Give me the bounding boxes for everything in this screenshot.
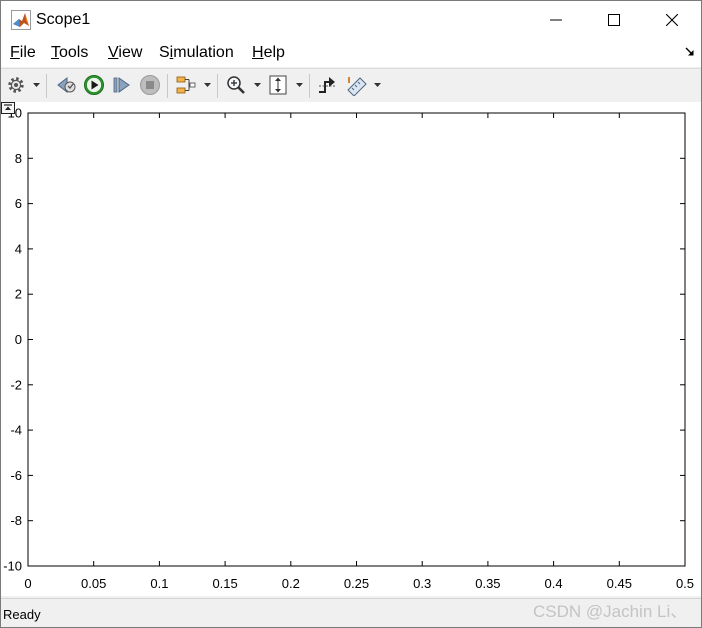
run-button[interactable] — [83, 74, 105, 96]
scope-axes[interactable]: 1086420-2-4-6-8-1000.050.10.150.20.250.3… — [1, 102, 701, 596]
toolbar — [1, 68, 701, 103]
x-tick-label: 0.5 — [676, 576, 694, 591]
measurements-icon — [347, 77, 367, 96]
y-tick-label: -10 — [3, 559, 22, 574]
y-tick-label: 0 — [15, 332, 22, 347]
signal-selector-icon — [176, 76, 196, 94]
zoom-dropdown-icon[interactable] — [254, 83, 261, 88]
scale-axes-button[interactable] — [267, 74, 289, 96]
x-tick-label: 0.35 — [475, 576, 500, 591]
window-title: Scope1 — [36, 11, 91, 28]
x-tick-label: 0.4 — [545, 576, 563, 591]
step-back-button[interactable] — [55, 74, 77, 96]
toolbar-separator — [217, 74, 218, 98]
x-tick-label: 0.2 — [282, 576, 300, 591]
x-tick-label: 0.45 — [607, 576, 632, 591]
menu-view[interactable]: View — [108, 43, 142, 63]
y-tick-label: -8 — [10, 513, 22, 528]
maximize-icon — [608, 14, 620, 26]
x-tick-label: 0.05 — [81, 576, 106, 591]
status-bar: Ready CSDN @Jachin Li、 — [1, 598, 701, 627]
settings-dropdown-icon[interactable] — [33, 83, 40, 88]
scale-axes-icon — [269, 75, 287, 95]
close-icon — [666, 14, 678, 26]
y-tick-label: 6 — [15, 196, 22, 211]
y-tick-label: -2 — [10, 377, 22, 392]
scope-display[interactable]: 1086420-2-4-6-8-1000.050.10.150.20.250.3… — [1, 102, 701, 596]
triggers-icon — [319, 77, 335, 93]
y-tick-label: 4 — [15, 241, 22, 256]
x-tick-label: 0.1 — [150, 576, 168, 591]
y-tick-label: -4 — [10, 423, 22, 438]
menu-simulation[interactable]: Simulation — [159, 43, 234, 63]
menu-simulation-label: Simulation — [159, 44, 234, 61]
minimize-icon — [550, 19, 562, 21]
y-tick-label: -6 — [10, 468, 22, 483]
minimize-button[interactable] — [527, 1, 585, 39]
title-bar[interactable]: Scope1 — [1, 1, 701, 39]
toolbar-separator — [309, 74, 310, 98]
menu-help-label: Help — [252, 44, 285, 61]
stop-icon — [140, 75, 160, 95]
close-button[interactable] — [643, 1, 701, 39]
maximize-button[interactable] — [585, 1, 643, 39]
watermark-text: CSDN @Jachin Li、 — [533, 602, 688, 621]
triggers-button[interactable] — [316, 74, 338, 96]
matlab-logo-icon — [11, 10, 31, 30]
dock-arrow-icon[interactable] — [685, 47, 695, 57]
step-forward-icon — [113, 77, 130, 93]
x-tick-label: 0 — [24, 576, 31, 591]
menu-bar: File Tools View Simulation Help — [1, 39, 701, 67]
y-tick-label: 8 — [15, 151, 22, 166]
signal-selector-dropdown-icon[interactable] — [204, 83, 211, 88]
menu-help[interactable]: Help — [252, 43, 285, 63]
run-icon — [84, 75, 104, 95]
zoom-in-button[interactable] — [225, 74, 247, 96]
measurements-dropdown-icon[interactable] — [374, 83, 381, 88]
status-text: Ready — [3, 607, 41, 622]
scale-axes-dropdown-icon[interactable] — [296, 83, 303, 88]
x-tick-label: 0.25 — [344, 576, 369, 591]
y-tick-label: 2 — [15, 287, 22, 302]
x-tick-label: 0.3 — [413, 576, 431, 591]
x-tick-label: 0.15 — [212, 576, 237, 591]
undock-axes-icon[interactable] — [1, 102, 15, 114]
step-forward-button[interactable] — [111, 74, 133, 96]
scope-window: Scope1 File Tools View Simulation Help 8… — [0, 0, 702, 628]
toolbar-separator — [167, 74, 168, 98]
menu-file-label: File — [10, 44, 36, 61]
axes-box — [27, 112, 686, 567]
stop-button[interactable] — [139, 74, 161, 96]
step-back-icon — [57, 76, 76, 94]
settings-button[interactable] — [5, 74, 27, 96]
menu-tools-label: Tools — [51, 44, 89, 61]
gear-icon — [8, 77, 24, 93]
toolbar-separator — [46, 74, 47, 98]
zoom-in-icon — [227, 76, 245, 94]
measurements-button[interactable] — [346, 74, 368, 96]
menu-tools[interactable]: Tools — [51, 43, 88, 63]
menu-view-label: View — [108, 44, 143, 61]
signal-selector-button[interactable] — [175, 74, 197, 96]
menu-file[interactable]: File — [10, 43, 36, 63]
